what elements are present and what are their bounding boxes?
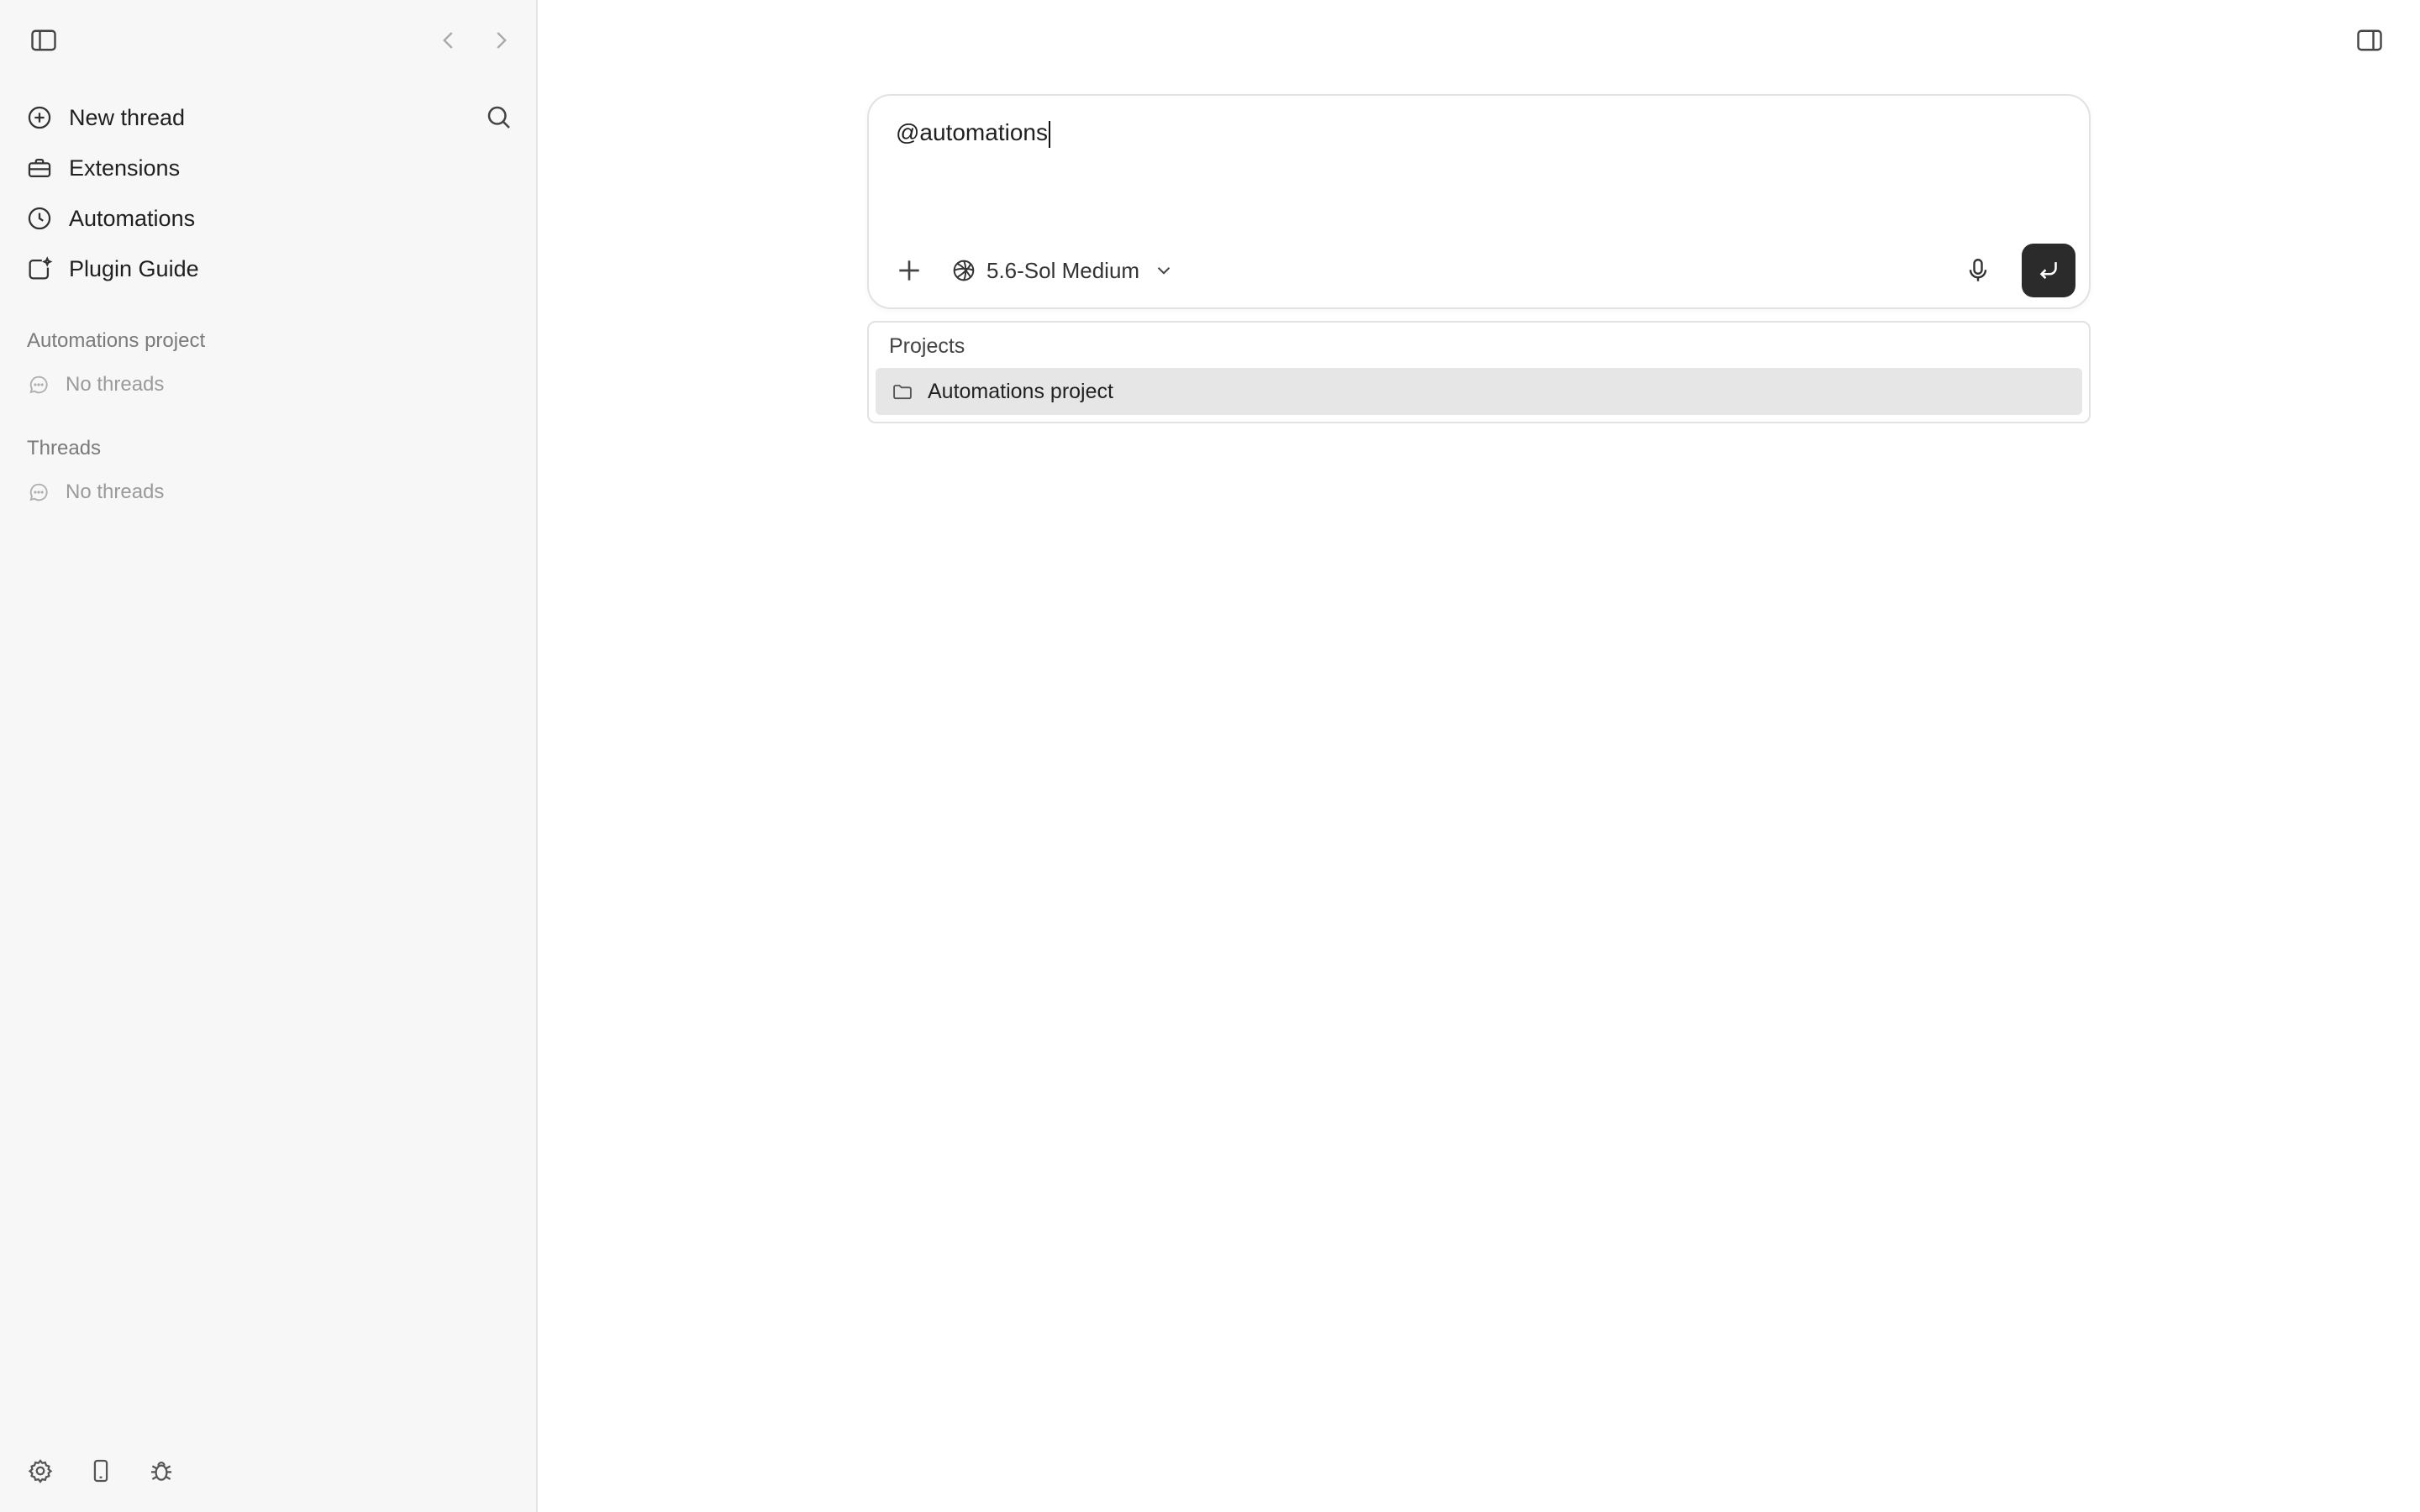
chat-bubble-icon <box>27 480 50 504</box>
clock-icon <box>25 204 54 233</box>
nav-label: New thread <box>69 104 186 130</box>
chevron-down-icon <box>1153 260 1175 281</box>
add-attachment-button[interactable] <box>892 254 926 287</box>
empty-threads-item: No threads <box>27 480 164 504</box>
section-label-automations-project[interactable]: Automations project <box>27 329 205 353</box>
project-option-automations-project[interactable]: Automations project <box>876 368 2082 415</box>
sidebar: New thread Extensions Automations Plugin… <box>0 0 538 1512</box>
microphone-button[interactable] <box>1963 255 1993 286</box>
model-selector[interactable]: 5.6-Sol Medium <box>950 256 1175 285</box>
nav-label: Automations <box>69 205 196 231</box>
section-label-threads[interactable]: Threads <box>27 437 101 460</box>
empty-text: No threads <box>66 373 165 396</box>
toggle-sidebar-icon[interactable] <box>29 25 59 55</box>
nav-label: Plugin Guide <box>69 255 199 281</box>
model-logo-icon <box>950 256 978 285</box>
send-button[interactable] <box>2022 244 2075 297</box>
search-icon[interactable] <box>484 102 514 133</box>
toggle-right-panel-icon[interactable] <box>2354 25 2385 55</box>
dropdown-header: Projects <box>889 334 965 358</box>
plus-circle-icon <box>25 103 54 132</box>
return-arrow-icon <box>2034 256 2063 285</box>
bug-icon[interactable] <box>147 1457 176 1485</box>
model-label: 5.6-Sol Medium <box>986 257 1140 283</box>
nav-label: Extensions <box>69 155 181 181</box>
automations-button[interactable]: Automations <box>25 195 496 242</box>
gear-icon[interactable] <box>26 1457 55 1485</box>
text-caret <box>1048 120 1050 148</box>
composer: @automations 5.6-Sol Medium <box>867 94 2091 309</box>
message-input[interactable]: @automations <box>896 119 1988 148</box>
folder-icon <box>891 380 914 403</box>
composer-toolbar: 5.6-Sol Medium <box>892 242 2075 299</box>
plugin-guide-icon <box>25 255 54 283</box>
chat-bubble-icon <box>27 373 50 396</box>
toolbox-icon <box>25 154 54 182</box>
project-option-label: Automations project <box>928 379 1113 403</box>
extensions-button[interactable]: Extensions <box>25 144 496 192</box>
empty-text: No threads <box>66 480 165 503</box>
empty-threads-item: No threads <box>27 373 164 396</box>
forward-icon[interactable] <box>486 25 516 55</box>
new-thread-button[interactable]: New thread <box>25 94 496 141</box>
plugin-guide-button[interactable]: Plugin Guide <box>25 245 496 292</box>
projects-dropdown: Projects Automations project <box>867 321 2091 423</box>
back-icon[interactable] <box>434 25 464 55</box>
phone-icon[interactable] <box>87 1457 115 1485</box>
